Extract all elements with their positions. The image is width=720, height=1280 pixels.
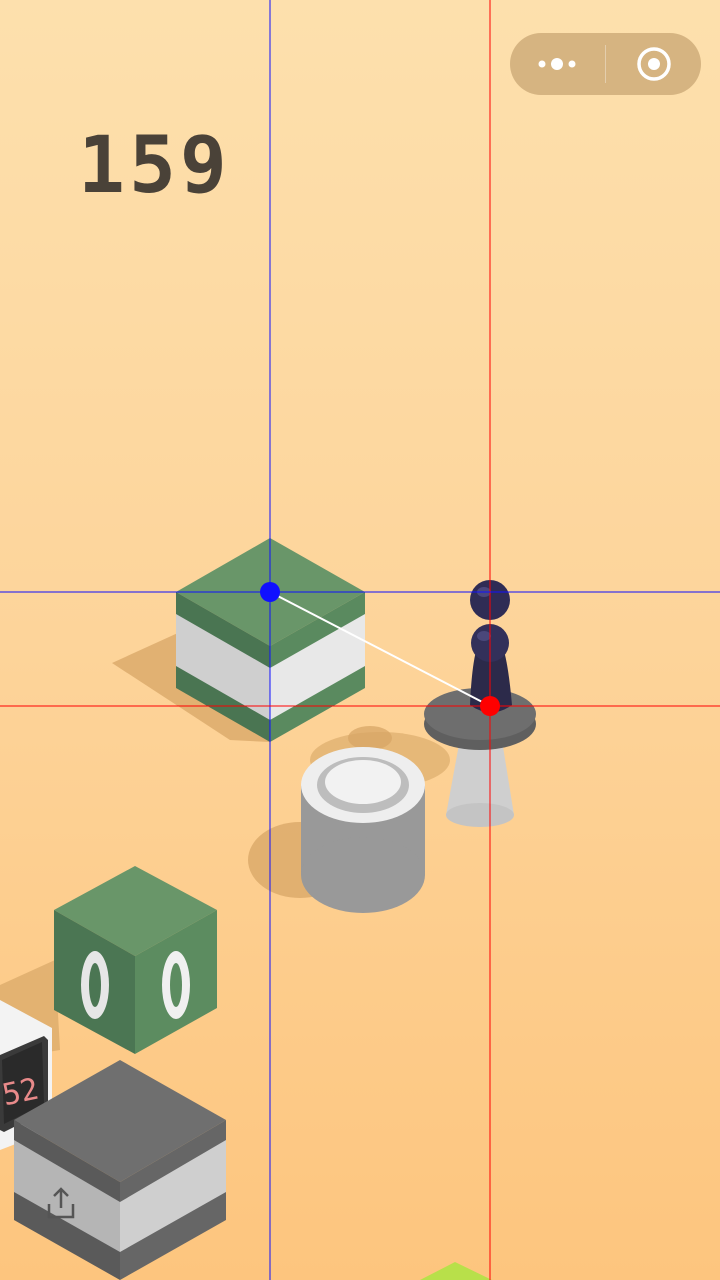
- score-value: 159: [78, 128, 231, 200]
- player-piece: [470, 580, 512, 713]
- close-button[interactable]: [606, 33, 701, 95]
- grey-cylinder: [301, 747, 425, 913]
- player-shadow: [348, 726, 392, 750]
- player-marker-dot: [480, 696, 500, 716]
- target-marker-dot: [260, 582, 280, 602]
- score-display: 159: [78, 128, 231, 200]
- lime-block-partial: [420, 1262, 492, 1280]
- green-ring-cube: [54, 866, 217, 1054]
- more-button[interactable]: [510, 33, 605, 95]
- share-button[interactable]: [44, 1186, 78, 1220]
- more-dots-icon: [538, 58, 576, 70]
- menu-capsule: [510, 33, 701, 95]
- countdown-display: 52: [0, 1072, 42, 1114]
- target-circle-icon: [637, 47, 671, 81]
- share-upload-icon: [47, 1187, 75, 1219]
